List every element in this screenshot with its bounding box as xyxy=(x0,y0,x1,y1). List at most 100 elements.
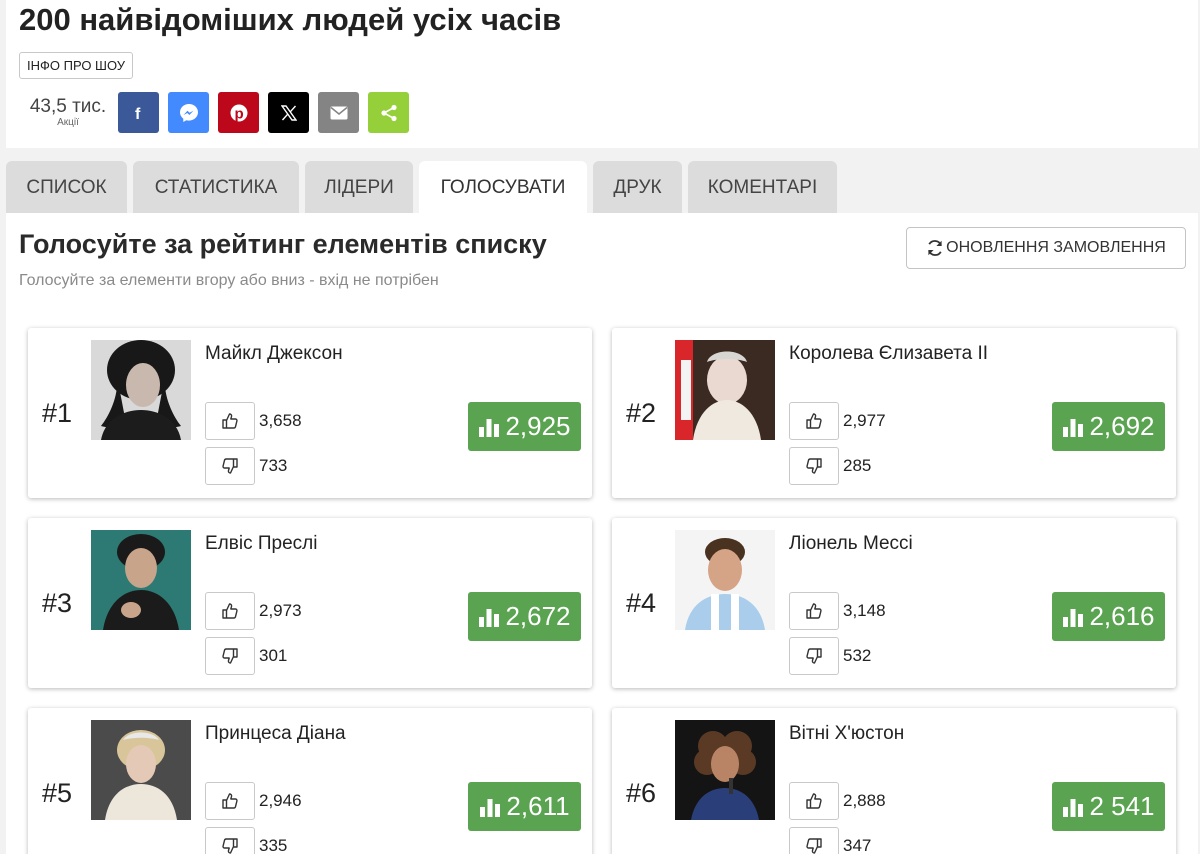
thumbs-down-icon xyxy=(806,648,822,664)
refresh-icon xyxy=(928,240,943,256)
bar-chart-icon xyxy=(479,418,500,437)
score-badge: 2 541 xyxy=(1052,782,1165,831)
email-share-button[interactable] xyxy=(318,92,359,133)
tab-vote[interactable]: ГОЛОСУВАТИ xyxy=(419,161,587,214)
upvote-button[interactable] xyxy=(789,782,839,820)
upvote-button[interactable] xyxy=(789,592,839,630)
downvote-button[interactable] xyxy=(789,637,839,675)
bar-chart-icon xyxy=(479,608,500,627)
item-name: Вітні Х'юстон xyxy=(789,723,905,744)
share-icon xyxy=(380,104,397,121)
score-badge: 2,672 xyxy=(468,592,581,641)
thumbs-down-icon xyxy=(222,648,238,664)
vote-card: #4 Ліонель Мессі 3,148 532 2,616 xyxy=(612,518,1176,688)
item-name: Королева Єлизавета II xyxy=(789,343,989,364)
x-share-button[interactable] xyxy=(268,92,309,133)
item-photo xyxy=(675,720,775,820)
score-value: 2 541 xyxy=(1089,791,1155,821)
upvote-count: 2,946 xyxy=(259,791,302,810)
vote-card: #6 Вітні Х'юстон 2,888 347 2 541 xyxy=(612,708,1176,854)
messenger-share-button[interactable] xyxy=(168,92,209,133)
item-rank: #1 xyxy=(42,398,73,428)
bar-chart-icon xyxy=(480,798,501,817)
vote-card: #2 Королева Єлизавета II 2,977 285 2,692 xyxy=(612,328,1176,498)
score-badge: 2,925 xyxy=(468,402,581,451)
upvote-count: 3,148 xyxy=(843,601,886,620)
item-photo xyxy=(675,530,775,630)
tab-statistics[interactable]: СТАТИСТИКА xyxy=(133,161,299,214)
thumbs-down-icon xyxy=(222,458,238,474)
score-value: 2,616 xyxy=(1089,601,1155,631)
item-photo xyxy=(91,530,191,630)
downvote-count: 301 xyxy=(259,646,288,665)
downvote-button[interactable] xyxy=(205,637,255,675)
item-rank: #2 xyxy=(626,398,657,428)
upvote-count: 3,658 xyxy=(259,411,302,430)
pinterest-icon: p xyxy=(230,104,247,122)
score-value: 2,611 xyxy=(506,791,570,821)
pinterest-share-button[interactable]: p xyxy=(218,92,259,133)
score-value: 2,925 xyxy=(505,411,571,441)
vote-card: #3 Елвіс Преслі 2,973 301 2,672 xyxy=(28,518,592,688)
envelope-icon xyxy=(330,106,347,119)
more-share-button[interactable] xyxy=(368,92,409,133)
upvote-button[interactable] xyxy=(789,402,839,440)
thumbs-down-icon xyxy=(806,458,822,474)
messenger-icon xyxy=(179,103,198,122)
svg-text:p: p xyxy=(234,105,243,122)
tab-comments[interactable]: КОМЕНТАРІ xyxy=(688,161,837,214)
downvote-count: 285 xyxy=(843,456,872,475)
refresh-order-label: ОНОВЛЕННЯ ЗАМОВЛЕННЯ xyxy=(946,239,1166,256)
vote-panel-title: Голосуйте за рейтинг елементів списку xyxy=(19,229,547,259)
upvote-button[interactable] xyxy=(205,402,255,440)
upvote-count: 2,977 xyxy=(843,411,886,430)
header: 200 найвідоміших людей усіх часів ІНФО П… xyxy=(6,0,1198,148)
shares-counter: 43,5 тис. Акції xyxy=(26,96,110,128)
downvote-button[interactable] xyxy=(789,827,839,854)
tab-print[interactable]: ДРУК xyxy=(593,161,682,214)
score-badge: 2,616 xyxy=(1052,592,1165,641)
show-info-button[interactable]: ІНФО ПРО ШОУ xyxy=(19,52,134,79)
item-photo xyxy=(91,720,191,820)
item-name: Елвіс Преслі xyxy=(205,533,318,554)
tab-list[interactable]: СПИСОК xyxy=(6,161,127,214)
thumbs-up-icon xyxy=(222,413,238,429)
shares-count: 43,5 тис. xyxy=(29,96,107,117)
upvote-count: 2,888 xyxy=(843,791,886,810)
item-rank: #3 xyxy=(42,588,73,618)
vote-card: #1 Майкл Джексон 3,658 733 2,925 xyxy=(28,328,592,498)
thumbs-up-icon xyxy=(806,793,822,809)
upvote-count: 2,973 xyxy=(259,601,302,620)
upvote-button[interactable] xyxy=(205,592,255,630)
item-photo xyxy=(91,340,191,440)
item-rank: #6 xyxy=(626,778,657,808)
thumbs-up-icon xyxy=(222,603,238,619)
svg-text:f: f xyxy=(135,106,141,121)
shares-label: Акції xyxy=(57,117,79,128)
item-name: Майкл Джексон xyxy=(205,343,343,364)
bar-chart-icon xyxy=(1063,608,1084,627)
vote-card: #5 Принцеса Діана 2,946 335 2,611 xyxy=(28,708,592,854)
item-rank: #4 xyxy=(626,588,657,618)
bar-chart-icon xyxy=(1063,798,1084,817)
downvote-count: 335 xyxy=(259,836,288,854)
downvote-count: 532 xyxy=(843,646,872,665)
score-value: 2,692 xyxy=(1089,411,1155,441)
score-value: 2,672 xyxy=(505,601,571,631)
facebook-icon: f xyxy=(135,106,141,121)
upvote-button[interactable] xyxy=(205,782,255,820)
downvote-button[interactable] xyxy=(205,827,255,854)
tab-leaders[interactable]: ЛІДЕРИ xyxy=(305,161,413,214)
refresh-order-button[interactable]: ОНОВЛЕННЯ ЗАМОВЛЕННЯ xyxy=(906,227,1186,269)
thumbs-down-icon xyxy=(806,838,822,854)
thumbs-down-icon xyxy=(222,838,238,854)
downvote-button[interactable] xyxy=(789,447,839,485)
item-name: Ліонель Мессі xyxy=(789,533,913,554)
score-badge: 2,611 xyxy=(468,782,581,831)
x-logo-icon xyxy=(280,104,297,121)
downvote-count: 733 xyxy=(259,456,288,475)
facebook-share-button[interactable]: f xyxy=(118,92,159,133)
item-rank: #5 xyxy=(42,778,73,808)
bar-chart-icon xyxy=(1063,418,1084,437)
downvote-button[interactable] xyxy=(205,447,255,485)
